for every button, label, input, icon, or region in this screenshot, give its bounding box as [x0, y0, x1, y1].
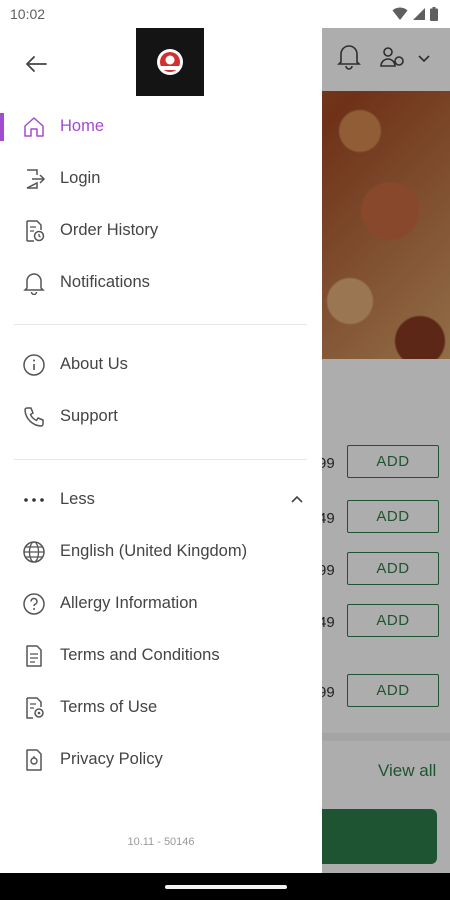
- status-icons: [392, 7, 438, 21]
- arrow-left-icon: [26, 56, 47, 72]
- drawer-item-terms-of-use[interactable]: Terms of Use: [0, 684, 322, 732]
- navigation-drawer: Home Login Order History Notifications A…: [0, 28, 322, 873]
- drawer-item-label: English (United Kingdom): [60, 542, 248, 560]
- status-time: 10:02: [10, 6, 46, 22]
- drawer-item-about-us[interactable]: About Us: [0, 341, 322, 389]
- home-icon: [24, 117, 44, 137]
- drawer-item-less[interactable]: Less: [0, 476, 322, 524]
- drawer-item-notifications[interactable]: Notifications: [0, 259, 322, 307]
- drawer-item-privacy-policy[interactable]: Privacy Policy: [0, 736, 322, 784]
- drawer-item-label: Support: [60, 407, 118, 425]
- privacy-icon: [26, 749, 42, 771]
- drawer-item-login[interactable]: Login: [0, 155, 322, 203]
- drawer-item-home[interactable]: Home: [0, 103, 322, 151]
- order-history-icon: [26, 220, 45, 242]
- system-navigation-bar: [0, 873, 450, 900]
- active-indicator: [0, 113, 4, 141]
- document-settings-icon: [26, 697, 44, 719]
- drawer-divider: [14, 459, 307, 460]
- home-gesture-handle[interactable]: [165, 885, 287, 889]
- battery-icon: [430, 7, 438, 21]
- more-dots-icon: [24, 498, 44, 502]
- globe-icon: [23, 541, 45, 563]
- drawer-item-label: Less: [60, 490, 95, 508]
- logo-icon: [157, 49, 183, 75]
- drawer-item-order-history[interactable]: Order History: [0, 207, 322, 255]
- drawer-item-terms-and-conditions[interactable]: Terms and Conditions: [0, 632, 322, 680]
- back-button[interactable]: [20, 48, 52, 80]
- login-icon: [26, 169, 46, 189]
- app-version: 10.11 - 50146: [127, 836, 195, 848]
- chevron-up-icon: [291, 495, 303, 503]
- drawer-divider: [14, 324, 307, 325]
- drawer-item-allergy-information[interactable]: Allergy Information: [0, 580, 322, 628]
- restaurant-logo: [136, 28, 204, 96]
- bell-icon: [23, 273, 45, 295]
- drawer-item-language[interactable]: English (United Kingdom): [0, 528, 322, 576]
- drawer-item-label: Terms of Use: [60, 698, 158, 716]
- drawer-item-label: Terms and Conditions: [60, 646, 220, 664]
- drawer-item-label: Allergy Information: [60, 594, 198, 612]
- question-icon: [23, 593, 45, 615]
- signal-icon: [413, 8, 425, 20]
- drawer-item-label: Home: [60, 117, 105, 135]
- document-icon: [26, 645, 42, 667]
- drawer-item-label: Notifications: [60, 273, 150, 291]
- wifi-icon: [392, 7, 408, 20]
- drawer-item-label: Order History: [60, 221, 159, 239]
- phone-icon: [24, 407, 44, 427]
- drawer-item-label: Privacy Policy: [60, 750, 163, 768]
- status-bar: 10:02: [0, 0, 450, 28]
- info-icon: [23, 354, 45, 376]
- drawer-item-label: Login: [60, 169, 101, 187]
- drawer-item-support[interactable]: Support: [0, 393, 322, 441]
- drawer-item-label: About Us: [60, 355, 128, 373]
